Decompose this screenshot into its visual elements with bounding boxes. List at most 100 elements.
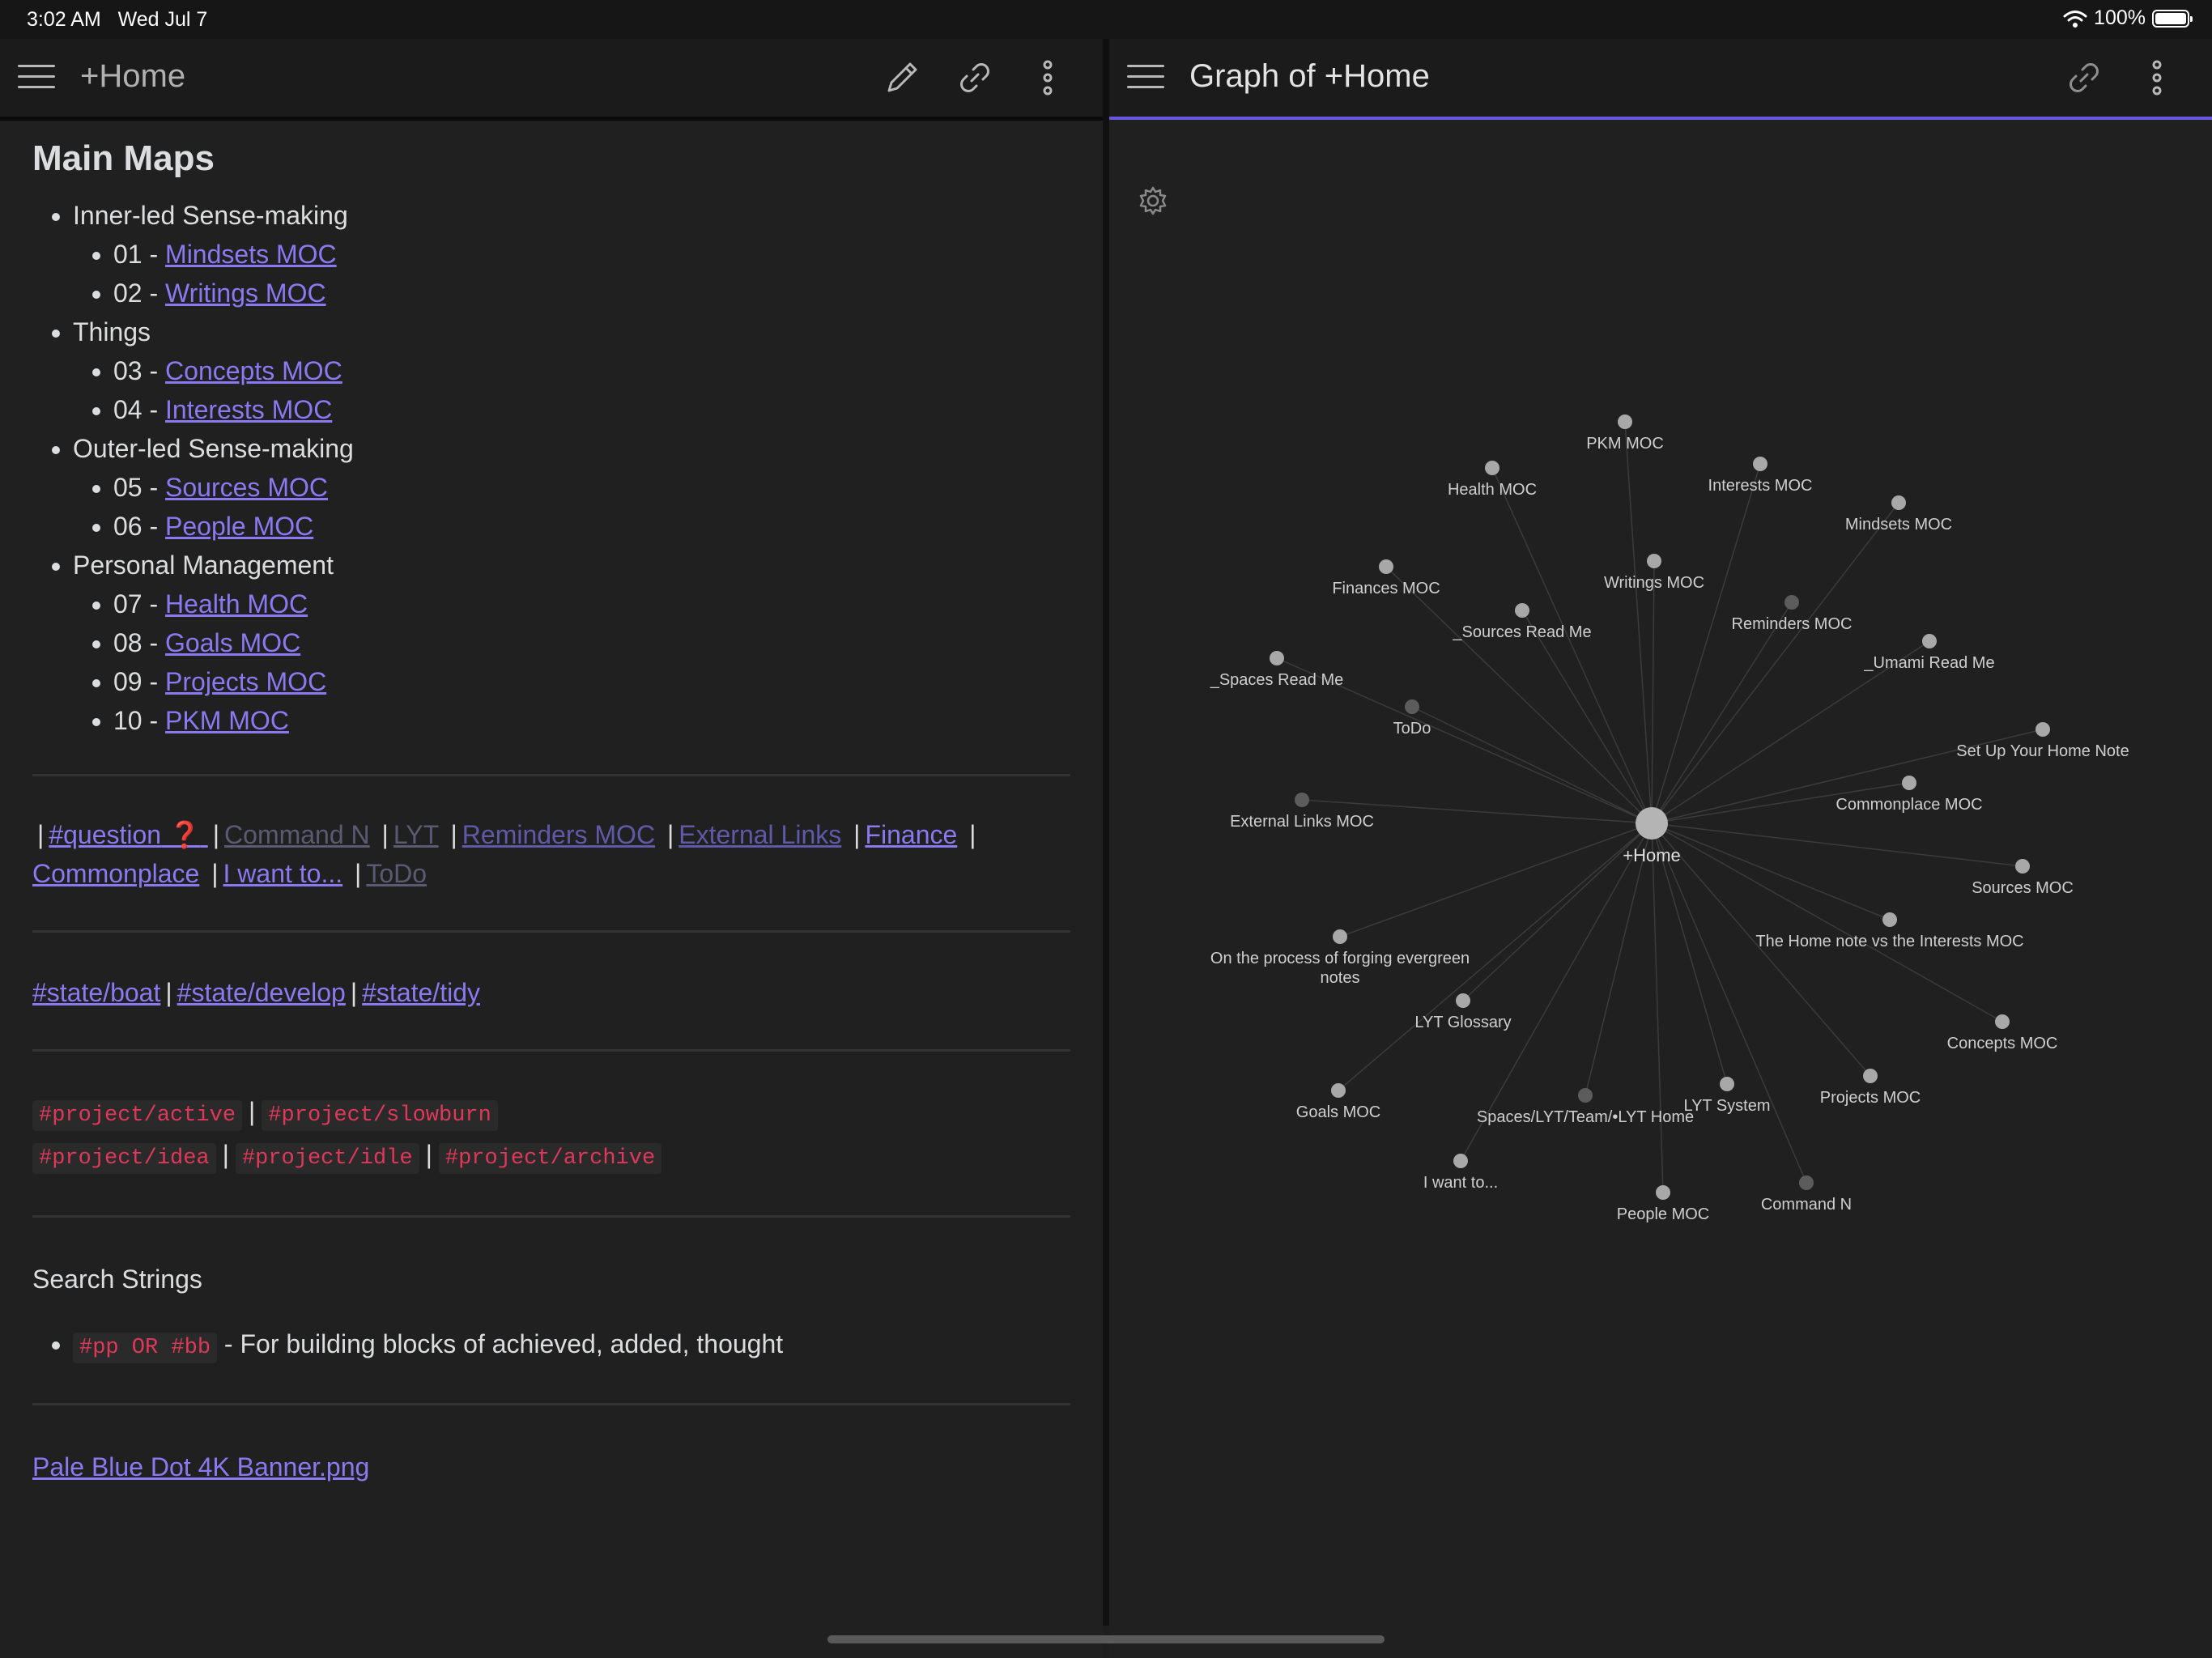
graph-node-dot[interactable] [1331, 1083, 1346, 1098]
more-vertical-icon[interactable] [2138, 58, 2176, 97]
graph-node[interactable]: I want to... [1423, 1154, 1498, 1192]
gear-icon[interactable] [1137, 185, 1169, 217]
graph-node-dot[interactable] [1453, 1154, 1468, 1168]
graph-node-dot[interactable] [1578, 1088, 1593, 1103]
graph-node[interactable]: External Links MOC [1230, 793, 1374, 831]
graph-node-dot[interactable] [1295, 793, 1309, 807]
graph-view[interactable]: PKM MOC Health MOC Interests MOC Mindsets M… [1109, 120, 2212, 1626]
graph-node[interactable]: Goals MOC [1296, 1083, 1380, 1121]
map-link[interactable]: Concepts MOC [165, 356, 342, 385]
tag-state-develop[interactable]: #state/develop [177, 978, 346, 1007]
graph-node[interactable]: _Sources Read Me [1452, 603, 1592, 641]
graph-node-dot[interactable] [1882, 912, 1897, 927]
graph-node-dot[interactable] [1647, 554, 1661, 568]
graph-node-dot[interactable] [2035, 722, 2050, 737]
graph-node[interactable]: Sources MOC [1972, 859, 2074, 897]
map-number: 08 - [113, 628, 166, 657]
link-external-links[interactable]: External Links [678, 820, 841, 849]
graph-node[interactable]: Spaces/LYT/Team/•LYT Home [1477, 1088, 1694, 1126]
link-question-tag[interactable]: #question ❓ [49, 820, 207, 849]
map-link[interactable]: Interests MOC [165, 395, 332, 424]
graph-node-label: Health MOC [1448, 481, 1537, 499]
tag-project-slowburn[interactable]: #project/slowburn [262, 1100, 498, 1131]
graph-node-dot[interactable] [1379, 559, 1393, 574]
graph-node[interactable]: On the process of forging evergreen notes [1210, 929, 1470, 987]
pane-divider[interactable] [1103, 39, 1109, 1626]
link-finance[interactable]: Finance [865, 820, 957, 849]
attachment-link[interactable]: Pale Blue Dot 4K Banner.png [32, 1452, 369, 1482]
graph-node-dot[interactable] [1784, 595, 1799, 610]
graph-node-dot[interactable] [1995, 1014, 2010, 1029]
graph-node-dot[interactable] [1922, 634, 1937, 648]
map-link[interactable]: Writings MOC [165, 278, 326, 308]
graph-node-dot[interactable] [1405, 699, 1419, 714]
graph-node-dot[interactable] [1891, 495, 1906, 510]
graph-node[interactable]: Projects MOC [1820, 1069, 1921, 1107]
menu-icon[interactable] [1127, 63, 1164, 91]
map-link[interactable]: Projects MOC [165, 667, 326, 696]
graph-node[interactable]: Mindsets MOC [1845, 495, 1952, 534]
map-link[interactable]: Sources MOC [165, 473, 328, 502]
graph-node-label: Commonplace MOC [1836, 796, 1982, 814]
graph-node-dot[interactable] [1863, 1069, 1878, 1083]
graph-edge [1651, 502, 1899, 824]
graph-node-dot[interactable] [1515, 603, 1529, 618]
link-commonplace[interactable]: Commonplace [32, 859, 199, 888]
map-link[interactable]: Goals MOC [165, 628, 300, 657]
tag-project-active[interactable]: #project/active [32, 1100, 243, 1131]
tag-project-archive[interactable]: #project/archive [438, 1143, 662, 1174]
link-icon[interactable] [955, 58, 994, 97]
map-link[interactable]: People MOC [165, 512, 313, 541]
graph-node[interactable]: _Umami Read Me [1863, 634, 1995, 672]
graph-center-dot[interactable] [1636, 807, 1668, 840]
link-lyt[interactable]: LYT [393, 820, 439, 849]
graph-node[interactable]: Command N [1761, 1175, 1852, 1214]
graph-node[interactable]: Interests MOC [1708, 457, 1813, 495]
tag-project-idea[interactable]: #project/idea [32, 1143, 216, 1174]
link-reminders-moc[interactable]: Reminders MOC [462, 820, 655, 849]
graph-node[interactable]: Finances MOC [1332, 559, 1440, 597]
menu-icon[interactable] [18, 63, 55, 91]
graph-center-node[interactable]: +Home [1623, 807, 1681, 865]
link-todo[interactable]: ToDo [366, 859, 427, 888]
tag-state-boat[interactable]: #state/boat [32, 978, 160, 1007]
graph-node[interactable]: Set Up Your Home Note [1956, 722, 2129, 760]
graph-node-dot[interactable] [2015, 859, 2030, 874]
graph-node[interactable]: Concepts MOC [1947, 1014, 2058, 1052]
note-pane: +Home Main Maps Inner-led Sense-making 01… [0, 39, 1103, 1658]
graph-node-dot[interactable] [1799, 1175, 1814, 1190]
home-indicator[interactable] [827, 1635, 1385, 1643]
graph-node[interactable]: LYT System [1683, 1077, 1771, 1115]
graph-node-dot[interactable] [1902, 776, 1916, 790]
map-link[interactable]: PKM MOC [165, 706, 289, 735]
link-icon[interactable] [2065, 58, 2104, 97]
graph-node-dot[interactable] [1656, 1185, 1670, 1200]
graph-node-dot[interactable] [1333, 929, 1347, 944]
graph-node-dot[interactable] [1720, 1077, 1734, 1091]
link-command-n[interactable]: Command N [224, 820, 370, 849]
graph-node[interactable]: People MOC [1617, 1185, 1710, 1223]
link-i-want-to[interactable]: I want to... [223, 859, 343, 888]
graph-node[interactable]: The Home note vs the Interests MOC [1755, 912, 2024, 950]
map-link[interactable]: Mindsets MOC [165, 240, 337, 269]
graph-node[interactable]: Reminders MOC [1732, 595, 1853, 633]
search-string-code[interactable]: #pp OR #bb [73, 1333, 218, 1363]
graph-node-dot[interactable] [1485, 461, 1499, 475]
graph-node[interactable]: Commonplace MOC [1836, 776, 1983, 814]
graph-node-dot[interactable] [1753, 457, 1767, 471]
graph-node[interactable]: PKM MOC [1586, 414, 1664, 453]
more-vertical-icon[interactable] [1028, 58, 1067, 97]
map-link[interactable]: Health MOC [165, 589, 308, 619]
map-group: Outer-led Sense-making05 - Sources MOC06… [73, 429, 1070, 546]
graph-canvas[interactable]: PKM MOC Health MOC Interests MOC Mindsets M… [1109, 120, 2212, 1626]
main-maps-list: Inner-led Sense-making01 - Mindsets MOC0… [32, 196, 1070, 740]
graph-node[interactable]: Health MOC [1448, 461, 1537, 499]
graph-node-dot[interactable] [1270, 651, 1284, 665]
graph-node-dot[interactable] [1456, 993, 1470, 1008]
graph-node[interactable]: _Spaces Read Me [1210, 651, 1344, 689]
edit-pencil-icon[interactable] [883, 58, 921, 97]
graph-node-dot[interactable] [1618, 414, 1632, 429]
graph-node[interactable]: ToDo [1393, 699, 1431, 738]
tag-state-tidy[interactable]: #state/tidy [362, 978, 480, 1007]
tag-project-idle[interactable]: #project/idle [235, 1143, 419, 1174]
